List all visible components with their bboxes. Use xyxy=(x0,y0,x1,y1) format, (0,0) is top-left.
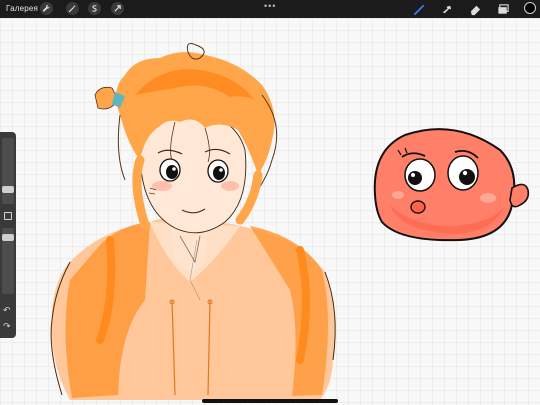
brush-icon[interactable] xyxy=(412,2,426,16)
opacity-handle[interactable] xyxy=(2,234,14,241)
home-indicator xyxy=(202,399,338,403)
brush-size-handle[interactable] xyxy=(2,186,14,193)
redo-icon[interactable]: ↷ xyxy=(3,322,11,331)
drawing-canvas[interactable] xyxy=(0,18,540,405)
undo-icon[interactable]: ↶ xyxy=(3,306,11,315)
gallery-button[interactable]: Галерея xyxy=(6,4,38,13)
wrench-icon[interactable] xyxy=(40,2,53,15)
smudge-icon[interactable] xyxy=(440,2,454,16)
square-icon[interactable] xyxy=(4,212,12,220)
brush-size-slider[interactable] xyxy=(2,138,14,204)
magic-wand-icon[interactable] xyxy=(66,2,79,15)
layers-icon[interactable] xyxy=(496,2,510,16)
more-dots[interactable]: ••• xyxy=(264,1,276,11)
brush-sidebar: ↶ ↷ xyxy=(0,132,16,338)
transform-arrow-icon[interactable] xyxy=(111,2,124,15)
selection-s-icon[interactable] xyxy=(88,2,101,15)
eraser-icon[interactable] xyxy=(468,2,482,16)
top-toolbar: Галерея ••• xyxy=(0,0,540,18)
color-picker-swatch[interactable] xyxy=(524,2,536,14)
